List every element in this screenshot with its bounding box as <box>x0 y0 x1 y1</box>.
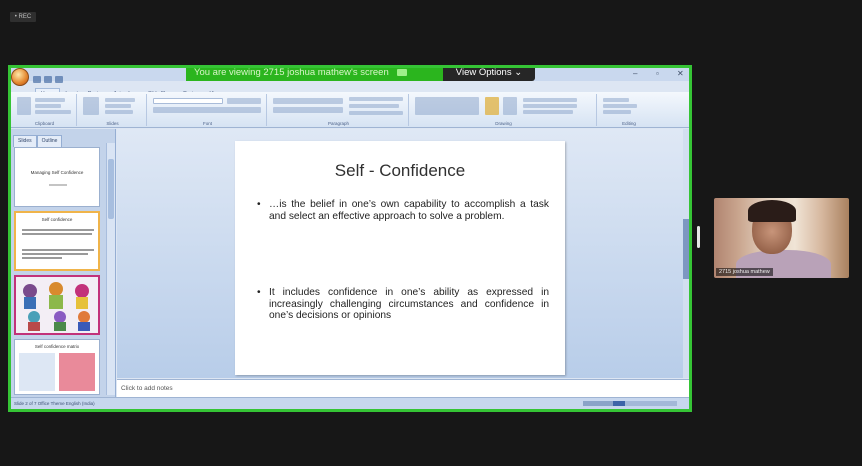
ribbon-group-label: Paragraph <box>327 121 349 126</box>
slides-pane-scrollbar[interactable] <box>106 143 115 395</box>
slide-bullet-2: • It includes confidence in one’s abilit… <box>257 287 549 322</box>
smartart-icon[interactable] <box>349 111 403 115</box>
cartoon-image <box>23 282 90 331</box>
pin-icon[interactable] <box>396 68 407 76</box>
ribbon-group-clipboard: Clipboard <box>13 94 77 126</box>
ribbon-group-label: Clipboard <box>34 121 55 126</box>
bullet-text: …is the belief in one’s own capability t… <box>269 199 549 222</box>
thumbnail-text-line <box>22 229 94 231</box>
replace-icon[interactable] <box>603 104 637 108</box>
paste-icon[interactable] <box>17 97 31 115</box>
ribbon-group-paragraph: Paragraph <box>269 94 409 126</box>
slide-title: Self - Confidence <box>334 161 466 180</box>
ribbon-group-label: Slides <box>106 121 119 126</box>
participant-name: 2715 joshua mathew <box>716 268 773 276</box>
editor-scrollbar[interactable] <box>683 129 689 378</box>
bullet-text: It includes confidence in one’s ability … <box>269 287 549 321</box>
copy-icon[interactable] <box>35 104 61 108</box>
font-format-buttons[interactable] <box>153 107 261 113</box>
thumbnail-text-line <box>22 249 94 251</box>
pane-tabs: Slides Outline <box>11 129 115 147</box>
slide-thumbnail-4[interactable]: Self confidence matrix <box>14 339 100 395</box>
meeting-stage: • REC – ▫ ✕ You are viewing 2715 joshua … <box>0 0 862 466</box>
zoom-slider[interactable] <box>583 401 683 406</box>
tab-slides[interactable]: Slides <box>13 135 37 147</box>
tab-outline[interactable]: Outline <box>36 135 63 147</box>
slides-pane: Slides Outline Managing Self Confidence S… <box>11 129 116 397</box>
thumbnail-subtitle <box>49 184 67 186</box>
slide-editor: Self - Confidence • …is the belief in on… <box>117 129 689 378</box>
scrollbar-thumb[interactable] <box>108 159 114 219</box>
ribbon-group-label: Font <box>202 121 212 126</box>
cut-icon[interactable] <box>35 98 65 102</box>
list-buttons[interactable] <box>273 98 343 104</box>
thumbnail-text-line <box>22 257 62 259</box>
align-buttons[interactable] <box>273 107 343 113</box>
thumbnail-title: Self confidence matrix <box>34 344 80 349</box>
slide-thumbnail-3[interactable] <box>14 275 100 335</box>
ribbon-tabs: HomeInsertDesignAnimationsSlide ShowRevi… <box>35 82 225 99</box>
reset-icon[interactable] <box>105 104 131 108</box>
font-name-select[interactable] <box>153 98 223 104</box>
bullet-marker: • <box>257 287 261 298</box>
ribbon-group-slides: Slides <box>79 94 147 126</box>
ribbon: Clipboard Slides Font Paragraph Drawing … <box>11 92 689 128</box>
format-painter-icon[interactable] <box>35 110 71 114</box>
current-slide[interactable]: Self - Confidence • …is the belief in on… <box>235 141 565 375</box>
ribbon-group-drawing: Drawing <box>411 94 597 126</box>
shape-fill-icon[interactable] <box>523 98 577 102</box>
matrix-cell-left <box>19 353 55 391</box>
scrollbar-thumb[interactable] <box>683 219 689 279</box>
ribbon-group-font: Font <box>149 94 267 126</box>
arrange-icon[interactable] <box>485 97 499 115</box>
thumbnail-text-line <box>22 253 88 255</box>
panel-resize-handle[interactable] <box>697 226 700 248</box>
text-direction-icon[interactable] <box>349 97 403 101</box>
status-bar: Slide 2 of 7 Office Theme English (India… <box>11 397 689 409</box>
slide-bullet-1: • …is the belief in one’s own capability… <box>257 199 549 222</box>
recording-badge: • REC <box>10 12 36 22</box>
shape-effects-icon[interactable] <box>523 110 573 114</box>
participant-video-tile[interactable]: 2715 joshua mathew <box>714 198 849 278</box>
view-options-button[interactable]: View Options ⌄ <box>443 68 535 81</box>
thumbnail-title: Self confidence <box>41 217 73 222</box>
thumbnail-title: Managing Self Confidence <box>30 170 84 175</box>
participant-hair <box>748 200 796 222</box>
slide-thumbnail-2[interactable]: Self confidence <box>14 211 100 271</box>
font-size-select[interactable] <box>227 98 261 104</box>
quick-access-toolbar <box>33 70 83 83</box>
align-text-icon[interactable] <box>349 104 399 108</box>
thumbnail-text-line <box>22 233 92 235</box>
ribbon-group-editing: Editing <box>599 94 659 126</box>
status-text: Slide 2 of 7 Office Theme English (India… <box>14 401 95 406</box>
shapes-gallery[interactable] <box>415 97 479 115</box>
viewing-banner-text: You are viewing 2715 joshua mathew's scr… <box>194 67 389 78</box>
minimize-button[interactable]: – <box>633 69 637 78</box>
new-slide-icon[interactable] <box>83 97 99 115</box>
notes-input[interactable]: Click to add notes <box>117 379 689 397</box>
close-button[interactable]: ✕ <box>677 69 684 78</box>
bullet-marker: • <box>257 199 261 210</box>
shape-outline-icon[interactable] <box>523 104 577 108</box>
office-button-icon[interactable] <box>11 68 29 86</box>
select-icon[interactable] <box>603 110 631 114</box>
shared-screen: – ▫ ✕ You are viewing 2715 joshua mathew… <box>8 65 692 412</box>
matrix-cell-right <box>59 353 95 391</box>
viewing-banner: You are viewing 2715 joshua mathew's scr… <box>186 67 443 81</box>
quick-styles-icon[interactable] <box>503 97 517 115</box>
slide-thumbnail-1[interactable]: Managing Self Confidence <box>14 147 100 207</box>
maximize-button[interactable]: ▫ <box>656 69 659 78</box>
delete-icon[interactable] <box>105 110 133 114</box>
ribbon-group-label: Drawing <box>495 121 512 126</box>
ribbon-group-label: Editing <box>622 121 636 126</box>
find-icon[interactable] <box>603 98 629 102</box>
layout-icon[interactable] <box>105 98 135 102</box>
